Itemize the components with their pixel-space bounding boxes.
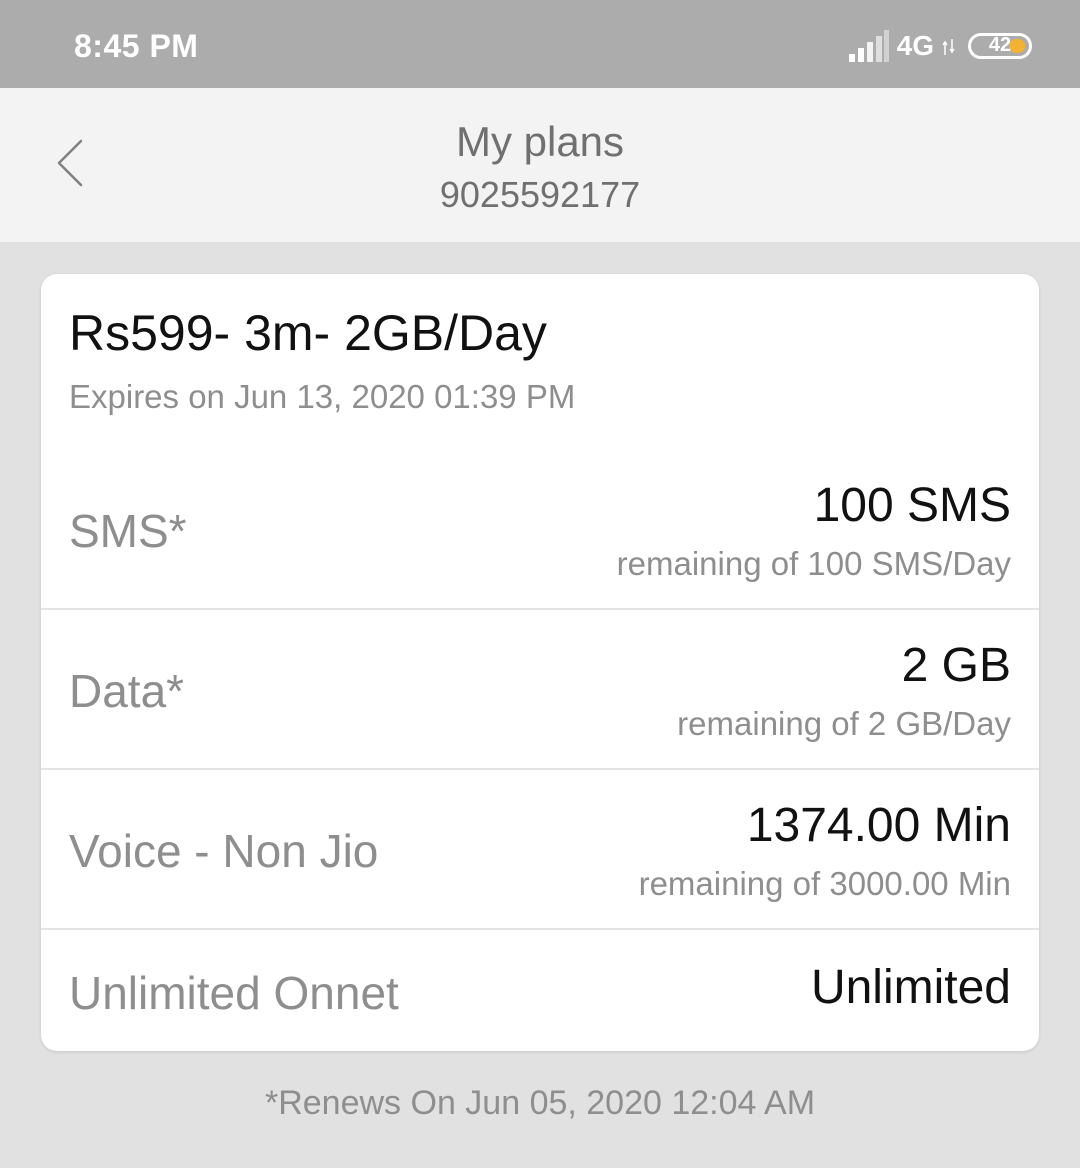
- benefit-remaining: remaining of 3000.00 Min: [638, 865, 1011, 902]
- benefit-remaining: remaining of 2 GB/Day: [677, 705, 1011, 742]
- benefit-value: 2 GB: [901, 639, 1011, 692]
- renewal-note: *Renews On Jun 05, 2020 12:04 AM: [264, 1084, 816, 1122]
- benefit-label: Unlimited Onnet: [69, 967, 399, 1019]
- benefit-label: SMS*: [69, 505, 187, 557]
- network-type-label: 4G: [896, 30, 934, 61]
- status-icons: 4G 42: [848, 30, 1032, 62]
- benefit-row-data: Data* 2 GB remaining of 2 GB/Day: [41, 610, 1039, 770]
- benefit-label: Voice - Non Jio: [69, 825, 379, 877]
- benefit-row-sms: SMS* 100 SMS remaining of 100 SMS/Day: [41, 450, 1039, 610]
- data-activity-icon: [942, 39, 955, 55]
- page-title: My plans: [455, 118, 625, 165]
- status-bar: 8:45 PM 4G 42: [0, 0, 1080, 88]
- benefit-remaining: remaining of 100 SMS/Day: [616, 545, 1011, 582]
- plan-expiry: Expires on Jun 13, 2020 01:39 PM: [69, 378, 576, 415]
- battery-icon: 42: [968, 33, 1032, 59]
- benefit-value: 1374.00 Min: [746, 799, 1011, 852]
- status-time: 8:45 PM: [74, 28, 199, 64]
- benefit-row-onnet: Unlimited Onnet Unlimited: [41, 930, 1039, 1051]
- benefit-value: 100 SMS: [813, 479, 1011, 532]
- benefit-label: Data*: [69, 665, 185, 717]
- phone-number: 9025592177: [439, 174, 641, 215]
- battery-level-label: 42: [988, 34, 1012, 56]
- plan-card: Rs599- 3m- 2GB/Day Expires on Jun 13, 20…: [41, 274, 1039, 1051]
- app-header: My plans 9025592177: [0, 88, 1080, 242]
- benefit-row-voice: Voice - Non Jio 1374.00 Min remaining of…: [41, 770, 1039, 930]
- plan-name: Rs599- 3m- 2GB/Day: [69, 305, 547, 361]
- signal-icon: [848, 30, 889, 62]
- benefit-value: Unlimited: [810, 961, 1011, 1014]
